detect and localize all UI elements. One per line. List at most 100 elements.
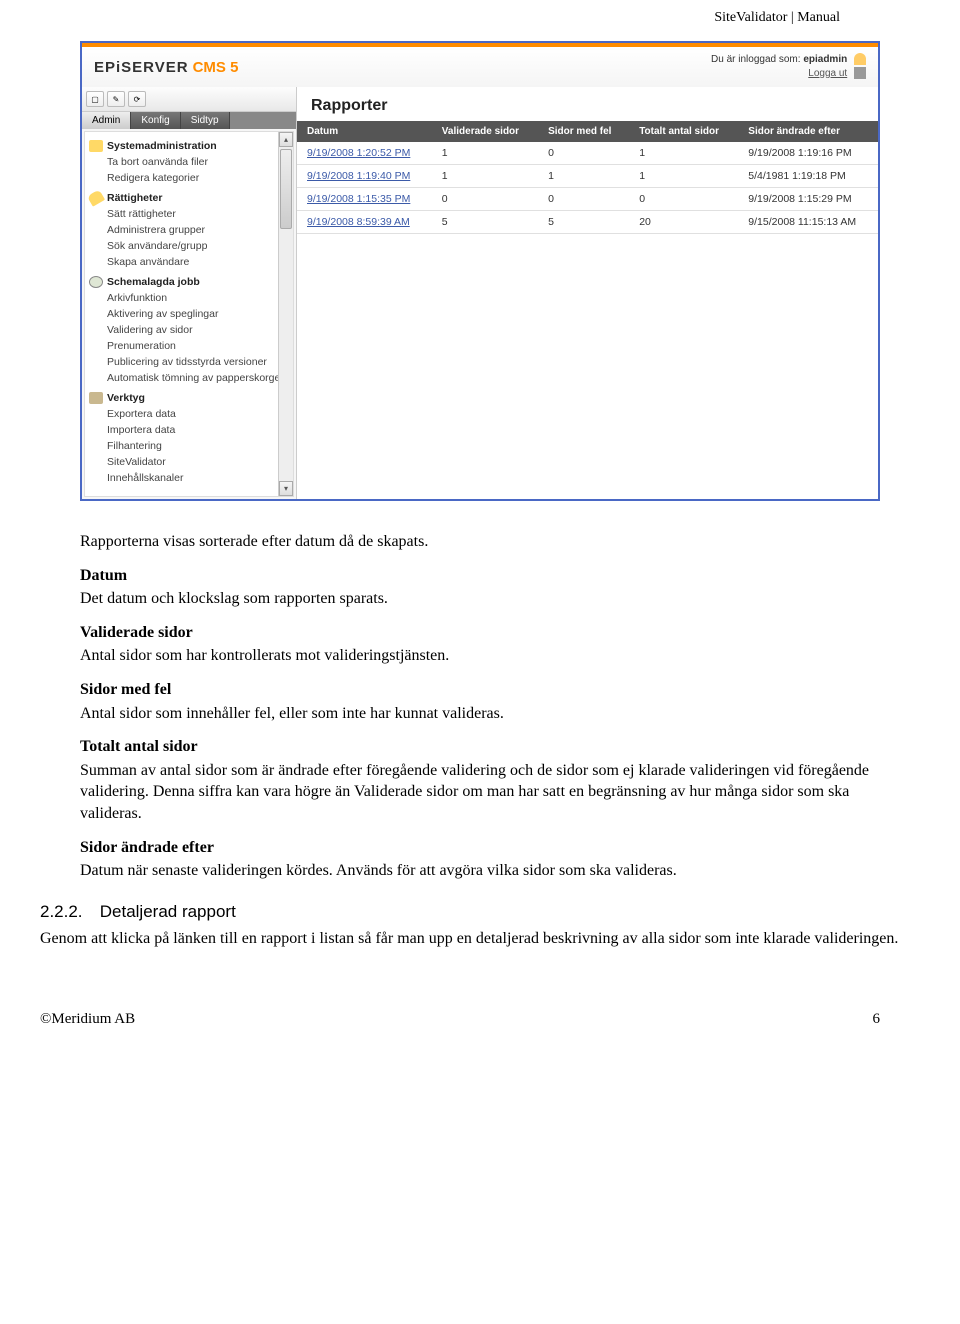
column-header: Sidor med fel — [538, 121, 629, 142]
ico-wrench-icon — [89, 140, 103, 152]
validerade-heading: Validerade sidor — [80, 622, 880, 644]
report-date-link[interactable]: 9/19/2008 1:15:35 PM — [297, 188, 432, 211]
tab-konfig[interactable]: Konfig — [131, 112, 180, 129]
main-title: Rapporter — [297, 87, 878, 121]
app-topbar: EPiSERVER CMS 5 Du är inloggad som: epia… — [82, 47, 878, 87]
cell-validated: 1 — [432, 165, 538, 188]
validerade-body: Antal sidor som har kontrollerats mot va… — [80, 645, 880, 667]
totalt-body: Summan av antal sidor som är ändrade eft… — [80, 760, 880, 825]
scroll-down-icon[interactable]: ▾ — [279, 481, 293, 496]
efter-body: Datum när senaste valideringen kördes. A… — [80, 860, 880, 882]
logout-link[interactable]: Logga ut — [808, 68, 847, 79]
tree-item[interactable]: Prenumeration — [89, 338, 289, 354]
sidebar-tabs: Admin Konfig Sidtyp — [82, 112, 296, 129]
report-date-link[interactable]: 9/19/2008 8:59:39 AM — [297, 211, 432, 234]
user-icon — [854, 53, 866, 65]
screenshot-frame: EPiSERVER CMS 5 Du är inloggad som: epia… — [80, 41, 880, 501]
login-info: Du är inloggad som: epiadmin Logga ut — [711, 53, 866, 81]
nav-tree: SystemadministrationTa bort oanvända fil… — [84, 131, 294, 497]
column-header: Validerade sidor — [432, 121, 538, 142]
tree-item[interactable]: Administrera grupper — [89, 222, 289, 238]
section-222-body: Genom att klicka på länken till en rappo… — [40, 928, 920, 950]
document-body: Rapporterna visas sorterade efter datum … — [40, 531, 920, 882]
toolbar-icon-3[interactable]: ⟳ — [128, 91, 146, 107]
toolbar: ▢ ✎ ⟳ — [82, 87, 296, 112]
cell-changed: 9/15/2008 11:15:13 AM — [738, 211, 878, 234]
tree-group[interactable]: Schemalagda jobb — [89, 274, 289, 290]
scroll-up-icon[interactable]: ▴ — [279, 132, 293, 147]
section-title: Detaljerad rapport — [100, 902, 236, 921]
page-header-right: SiteValidator | Manual — [40, 0, 920, 41]
tree-item[interactable]: Redigera kategorier — [89, 170, 289, 186]
cell-errors: 0 — [538, 188, 629, 211]
main-panel: Rapporter DatumValiderade sidorSidor med… — [297, 87, 878, 499]
tab-admin[interactable]: Admin — [82, 112, 131, 129]
table-row: 9/19/2008 1:15:35 PM0009/19/2008 1:15:29… — [297, 188, 878, 211]
table-row: 9/19/2008 1:20:52 PM1019/19/2008 1:19:16… — [297, 142, 878, 165]
toolbar-icon-1[interactable]: ▢ — [86, 91, 104, 107]
tree-item[interactable]: Validering av sidor — [89, 322, 289, 338]
tree-item[interactable]: Ta bort oanvända filer — [89, 154, 289, 170]
tree-item[interactable]: Sätt rättigheter — [89, 206, 289, 222]
app-logo: EPiSERVER CMS 5 — [94, 59, 238, 76]
totalt-heading: Totalt antal sidor — [80, 736, 880, 758]
cell-validated: 1 — [432, 142, 538, 165]
cell-total: 0 — [629, 188, 738, 211]
tree-item[interactable]: Skapa användare — [89, 254, 289, 270]
cell-errors: 5 — [538, 211, 629, 234]
table-row: 9/19/2008 1:19:40 PM1115/4/1981 1:19:18 … — [297, 165, 878, 188]
scroll-thumb[interactable] — [280, 149, 292, 229]
tree-item[interactable]: Exportera data — [89, 406, 289, 422]
cell-total: 1 — [629, 142, 738, 165]
logged-in-label: Du är inloggad som: — [711, 54, 801, 65]
tree-group[interactable]: Systemadministration — [89, 138, 289, 154]
tree-item[interactable]: Automatisk tömning av papperskorgen — [89, 370, 289, 386]
tree-item[interactable]: Publicering av tidsstyrda versioner — [89, 354, 289, 370]
footer-copyright: ©Meridium AB — [40, 1011, 135, 1028]
cell-validated: 0 — [432, 188, 538, 211]
tree-group[interactable]: Rättigheter — [89, 190, 289, 206]
fel-heading: Sidor med fel — [80, 679, 880, 701]
logo-product: CMS 5 — [193, 59, 239, 76]
section-222-heading: 2.2.2. Detaljerad rapport — [0, 902, 960, 922]
column-header: Totalt antal sidor — [629, 121, 738, 142]
cell-errors: 1 — [538, 165, 629, 188]
tree-item[interactable]: Filhantering — [89, 438, 289, 454]
cell-total: 1 — [629, 165, 738, 188]
tree-item[interactable]: Arkivfunktion — [89, 290, 289, 306]
logo-brand: EPiSERVER — [94, 59, 189, 76]
tree-item[interactable]: SiteValidator — [89, 454, 289, 470]
tree-item[interactable]: Innehållskanaler — [89, 470, 289, 486]
sidebar: ▢ ✎ ⟳ Admin Konfig Sidtyp Systemadminist… — [82, 87, 297, 499]
table-row: 9/19/2008 8:59:39 AM55209/15/2008 11:15:… — [297, 211, 878, 234]
tree-item[interactable]: Aktivering av speglingar — [89, 306, 289, 322]
footer-page-number: 6 — [873, 1011, 881, 1028]
tree-item[interactable]: Sök användare/grupp — [89, 238, 289, 254]
cell-validated: 5 — [432, 211, 538, 234]
logout-icon — [854, 67, 866, 79]
report-date-link[interactable]: 9/19/2008 1:20:52 PM — [297, 142, 432, 165]
cell-changed: 9/19/2008 1:19:16 PM — [738, 142, 878, 165]
section-number: 2.2.2. — [40, 902, 95, 922]
ico-key-icon — [87, 189, 105, 206]
report-date-link[interactable]: 9/19/2008 1:19:40 PM — [297, 165, 432, 188]
ico-clock-icon — [89, 276, 103, 288]
cell-changed: 5/4/1981 1:19:18 PM — [738, 165, 878, 188]
page-footer: ©Meridium AB 6 — [0, 961, 960, 1048]
datum-heading: Datum — [80, 565, 880, 587]
cell-changed: 9/19/2008 1:15:29 PM — [738, 188, 878, 211]
tab-sidtyp[interactable]: Sidtyp — [181, 112, 230, 129]
tree-item[interactable]: Importera data — [89, 422, 289, 438]
column-header: Datum — [297, 121, 432, 142]
tree-group[interactable]: Verktyg — [89, 390, 289, 406]
cell-total: 20 — [629, 211, 738, 234]
intro-paragraph: Rapporterna visas sorterade efter datum … — [80, 531, 880, 553]
datum-body: Det datum och klockslag som rapporten sp… — [80, 588, 880, 610]
cell-errors: 0 — [538, 142, 629, 165]
logged-in-user: epiadmin — [803, 54, 847, 65]
efter-heading: Sidor ändrade efter — [80, 837, 880, 859]
column-header: Sidor ändrade efter — [738, 121, 878, 142]
toolbar-icon-2[interactable]: ✎ — [107, 91, 125, 107]
tree-scrollbar[interactable]: ▴ ▾ — [278, 132, 293, 496]
report-table: DatumValiderade sidorSidor med felTotalt… — [297, 121, 878, 234]
